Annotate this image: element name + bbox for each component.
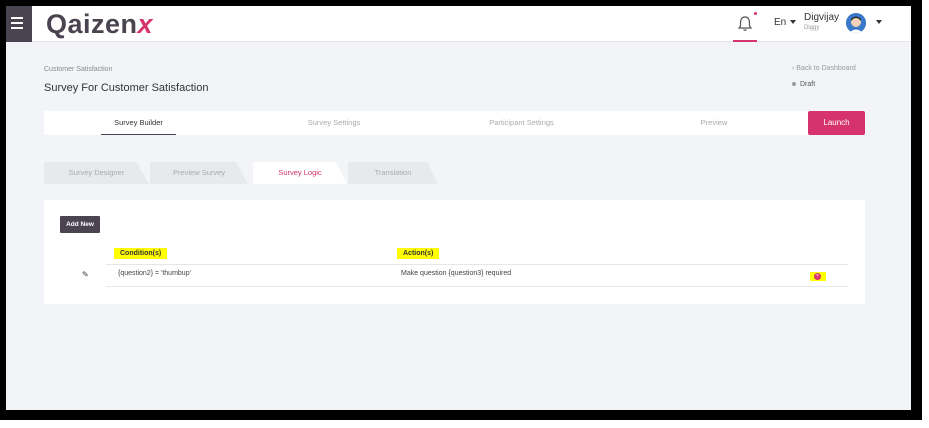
step-preview[interactable]: Preview bbox=[684, 111, 744, 135]
tab-survey-logic[interactable]: Survey Logic bbox=[253, 162, 347, 184]
add-new-button[interactable]: Add New bbox=[60, 216, 100, 233]
back-to-dashboard-link[interactable]: ‹ Back to Dashboard bbox=[792, 65, 856, 72]
app-screen: Qaizenx En Digvijay Diggy Customer Satis… bbox=[6, 6, 911, 410]
table-cell-condition: {question2} = 'thumbup' bbox=[118, 270, 191, 277]
hamburger-line bbox=[11, 22, 23, 24]
notifications-button[interactable] bbox=[733, 12, 757, 42]
status-label: Draft bbox=[800, 81, 816, 88]
user-subtitle: Diggy bbox=[804, 25, 820, 31]
logo-x: x bbox=[137, 9, 154, 39]
back-link-label: Back to Dashboard bbox=[796, 65, 856, 72]
hamburger-icon bbox=[11, 17, 23, 19]
user-avatar-icon bbox=[846, 13, 866, 33]
step-survey-builder[interactable]: Survey Builder bbox=[101, 111, 176, 135]
table-cell-action: Make question {question3} required bbox=[401, 270, 512, 277]
page-title: Survey For Customer Satisfaction bbox=[44, 82, 209, 94]
qaizenx-logo[interactable]: Qaizenx bbox=[46, 9, 153, 39]
bell-icon bbox=[737, 16, 753, 31]
survey-logic-panel: Add New Condition(s) Action(s) ✎ {questi… bbox=[44, 200, 865, 304]
launch-button[interactable]: Launch bbox=[808, 111, 865, 135]
edit-pin-icon[interactable]: ✎ bbox=[82, 270, 89, 279]
user-name[interactable]: Digvijay bbox=[804, 12, 839, 23]
chevron-down-icon bbox=[790, 20, 797, 25]
user-menu-chevron-icon[interactable] bbox=[876, 20, 882, 24]
status-badge: Draft bbox=[792, 81, 815, 88]
breadcrumb[interactable]: Customer Satisfaction bbox=[44, 66, 112, 73]
logo-text: Qaizen bbox=[46, 9, 138, 39]
tab-survey-designer[interactable]: Survey Designer bbox=[44, 162, 149, 184]
condition-column-header: Condition(s) bbox=[114, 248, 168, 259]
language-selector[interactable]: En bbox=[774, 17, 797, 28]
step-participant-settings[interactable]: Participant Settings bbox=[474, 111, 569, 135]
row-divider bbox=[106, 264, 848, 265]
delete-rule-button[interactable]: × bbox=[810, 272, 826, 281]
notification-dot bbox=[754, 12, 757, 15]
hamburger-menu-button[interactable] bbox=[6, 6, 32, 42]
screenshot-frame: Qaizenx En Digvijay Diggy Customer Satis… bbox=[0, 0, 922, 420]
action-column-header: Action(s) bbox=[397, 248, 440, 259]
status-dot bbox=[792, 82, 796, 87]
tab-translation[interactable]: Translation bbox=[348, 162, 438, 184]
close-circle-icon: × bbox=[814, 273, 821, 280]
builder-steps: Survey Builder Survey Settings Participa… bbox=[44, 111, 865, 135]
row-divider bbox=[106, 286, 848, 287]
hamburger-line bbox=[11, 27, 23, 29]
step-survey-settings[interactable]: Survey Settings bbox=[289, 111, 379, 135]
avatar[interactable] bbox=[846, 13, 866, 33]
top-bar: Qaizenx En Digvijay Diggy bbox=[6, 6, 911, 42]
language-label: En bbox=[774, 17, 787, 28]
tab-preview-survey[interactable]: Preview Survey bbox=[150, 162, 248, 184]
